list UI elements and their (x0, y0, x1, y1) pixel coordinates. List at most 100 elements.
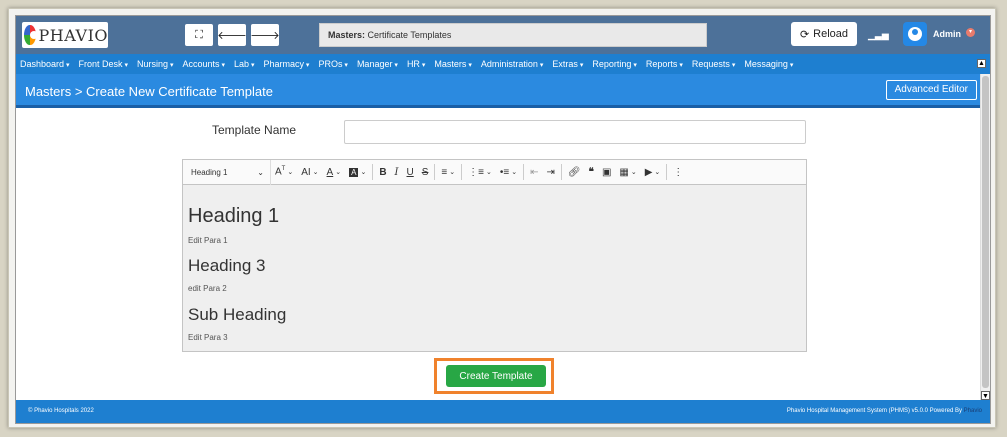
content-heading-1[interactable]: Heading 1 (188, 205, 279, 228)
underline-button[interactable]: U (403, 160, 418, 185)
bulleted-list-button[interactable]: •≡ ⌄ (496, 160, 521, 185)
bulleted-list-icon: •≡ (499, 166, 510, 178)
scroll-down-icon[interactable]: ▼ (981, 391, 990, 400)
page-header: Masters > Create New Certificate Templat… (16, 74, 982, 108)
numbered-list-icon: ⋮≡ (468, 166, 484, 178)
logo-text: PHAVIO (38, 25, 108, 45)
arrow-left-icon: 🡐 (217, 30, 247, 42)
nav-item-reports[interactable]: Reports (646, 59, 688, 69)
heading-select[interactable]: Heading 1 ⌄ (183, 159, 271, 185)
content-sub-heading[interactable]: Sub Heading (188, 305, 286, 325)
insert-table-button[interactable]: ▦ ⌄ (615, 160, 640, 185)
more-options-button[interactable]: ⋮ (669, 160, 687, 185)
italic-button[interactable]: I (391, 160, 403, 185)
app-window: PHAVIO ⛶ 🡐 🡒 Masters: Certificate Templa… (15, 15, 991, 424)
back-button[interactable]: 🡐 (217, 24, 247, 46)
quote-icon: ❝ (588, 166, 594, 178)
chevron-down-icon: ⌄ (360, 169, 367, 176)
vertical-scrollbar[interactable]: ▼ (980, 74, 990, 400)
font-color-button[interactable]: A ⌄ (323, 160, 346, 185)
nav-item-lab[interactable]: Lab (234, 59, 260, 69)
window-frame: PHAVIO ⛶ 🡐 🡒 Masters: Certificate Templa… (8, 8, 996, 428)
nav-item-accounts[interactable]: Accounts (182, 59, 230, 69)
scroll-up-icon[interactable]: ▲ (977, 59, 986, 68)
nav-item-pros[interactable]: PROs (318, 59, 352, 69)
indent-button[interactable]: ⇥ (542, 160, 558, 185)
breadcrumb-value: Certificate Templates (367, 30, 452, 40)
main-nav: Dashboard Front Desk Nursing Accounts La… (16, 54, 990, 74)
font-size-button[interactable]: AT ⌄ (271, 160, 297, 185)
chevron-down-icon: ⌄ (312, 169, 319, 176)
heading-select-value: Heading 1 (191, 167, 228, 177)
nav-item-nursing[interactable]: Nursing (137, 59, 178, 69)
outdent-icon: ⇤ (530, 166, 539, 178)
forward-button[interactable]: 🡒 (250, 24, 280, 46)
template-name-label: Template Name (212, 123, 297, 137)
user-menu-chevron-icon[interactable]: ▾ (966, 28, 975, 37)
toolbar-separator (372, 164, 374, 180)
indent-icon: ⇥ (546, 166, 555, 178)
advanced-editor-button[interactable]: Advanced Editor (885, 80, 977, 100)
media-icon: ▶ (644, 166, 653, 178)
nav-item-dashboard[interactable]: Dashboard (20, 59, 75, 69)
signal-icon: ▁▃▅ (868, 30, 889, 40)
insert-image-button[interactable]: ▣ (598, 160, 615, 185)
blockquote-button[interactable]: ❝ (585, 160, 598, 185)
chevron-down-icon: ⌄ (485, 169, 492, 176)
reload-button[interactable]: ⟳ Reload (791, 22, 857, 46)
breadcrumb-label: Masters: (328, 30, 366, 40)
user-icon (908, 27, 922, 41)
chevron-down-icon: ⌄ (449, 169, 456, 176)
chevron-down-icon: ⌄ (511, 169, 518, 176)
toolbar-separator (434, 164, 436, 180)
app-logo[interactable]: PHAVIO (22, 22, 108, 48)
strikethrough-button[interactable]: S (418, 160, 433, 185)
toolbar-separator (560, 164, 562, 180)
create-template-button[interactable]: Create Template (446, 365, 546, 387)
underline-icon: U (406, 166, 414, 178)
fullscreen-button[interactable]: ⛶ (185, 24, 213, 46)
content-para-2[interactable]: edit Para 2 (188, 284, 227, 293)
user-name[interactable]: Admin (933, 29, 961, 39)
chevron-down-icon: ⌄ (654, 169, 661, 176)
template-name-input[interactable] (344, 120, 806, 144)
content-para-3[interactable]: Edit Para 3 (188, 333, 228, 342)
footer-brand-link[interactable]: Phavio (964, 408, 982, 414)
alignment-button[interactable]: ≡ ⌄ (437, 160, 459, 185)
insert-media-button[interactable]: ▶ ⌄ (641, 160, 665, 185)
content-para-1[interactable]: Edit Para 1 (188, 236, 228, 245)
location-breadcrumb: Masters: Certificate Templates (319, 23, 707, 47)
scrollbar-thumb[interactable] (982, 76, 989, 388)
footer: © Phavio Hospitals 2022 Phavio Hospital … (16, 400, 990, 423)
content-heading-3[interactable]: Heading 3 (188, 256, 266, 276)
nav-item-hr[interactable]: HR (407, 59, 430, 69)
chevron-down-icon: ⌄ (335, 169, 342, 176)
font-family-button[interactable]: AI ⌄ (297, 160, 322, 185)
editor-content[interactable]: Heading 1 Edit Para 1 Heading 3 edit Par… (183, 185, 806, 351)
bold-icon: B (379, 166, 387, 178)
nav-item-pharmacy[interactable]: Pharmacy (263, 59, 314, 69)
nav-item-administration[interactable]: Administration (481, 59, 549, 69)
numbered-list-button[interactable]: ⋮≡ ⌄ (464, 160, 496, 185)
image-icon: ▣ (601, 166, 612, 178)
bold-button[interactable]: B (375, 160, 390, 185)
refresh-icon: ⟳ (799, 28, 810, 41)
footer-copyright: © Phavio Hospitals 2022 (28, 408, 94, 414)
outdent-button[interactable]: ⇤ (526, 160, 542, 185)
font-background-button[interactable]: A ⌄ (345, 160, 370, 185)
table-icon: ▦ (619, 166, 629, 178)
rich-text-editor: Heading 1 ⌄ AT ⌄ AI ⌄ A ⌄ A ⌄ B I U S ≡ … (182, 159, 807, 352)
user-avatar[interactable] (903, 22, 927, 46)
chevron-down-icon: ⌄ (287, 169, 294, 176)
nav-item-extras[interactable]: Extras (552, 59, 588, 69)
nav-item-requests[interactable]: Requests (692, 59, 741, 69)
nav-item-manager[interactable]: Manager (357, 59, 403, 69)
link-button[interactable]: 🔗︎ (564, 160, 585, 185)
nav-item-masters[interactable]: Masters (434, 59, 476, 69)
nav-item-reporting[interactable]: Reporting (592, 59, 642, 69)
nav-item-front-desk[interactable]: Front Desk (79, 59, 133, 69)
footer-system-text: Phavio Hospital Management System (PHMS)… (786, 408, 962, 414)
nav-item-messaging[interactable]: Messaging (744, 59, 798, 69)
editor-toolbar: Heading 1 ⌄ AT ⌄ AI ⌄ A ⌄ A ⌄ B I U S ≡ … (183, 159, 806, 185)
logo-icon (24, 25, 38, 45)
